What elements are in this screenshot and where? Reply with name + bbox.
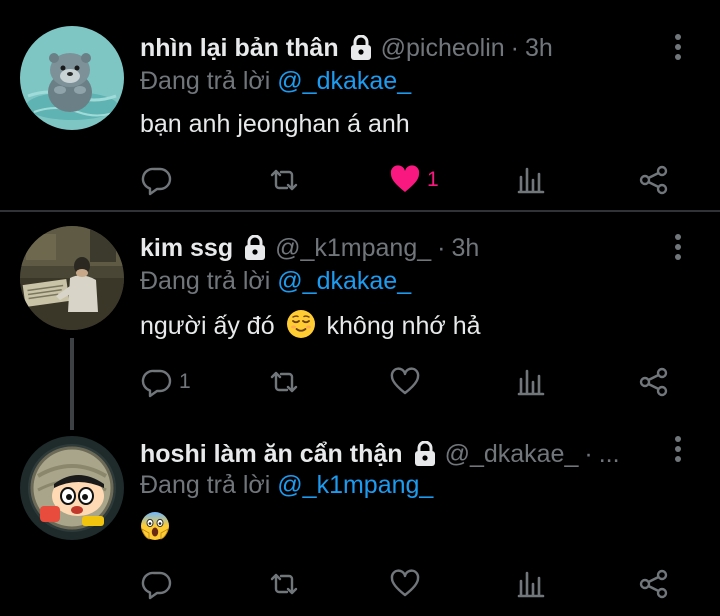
replying-to-mention[interactable]: @_k1mpang_ [277, 471, 433, 499]
separator-dot: · [437, 234, 446, 262]
share-button[interactable] [638, 160, 670, 200]
tweet-actions: 1 [0, 160, 720, 200]
reply-icon [141, 369, 172, 398]
more-options-icon[interactable] [672, 234, 684, 260]
lock-icon [414, 441, 435, 466]
like-button[interactable] [389, 564, 421, 604]
lock-icon [350, 35, 371, 60]
user-handle[interactable]: @picheolin [381, 30, 505, 66]
views-button[interactable] [515, 160, 547, 200]
tweet-actions [0, 564, 720, 604]
retweet-icon [270, 371, 298, 393]
reply-count: 1 [179, 370, 191, 393]
tweet-text: người ấy đó không nhớ hả [140, 308, 481, 344]
display-name[interactable]: nhìn lại bản thân [140, 30, 339, 66]
views-icon [517, 369, 545, 396]
person-at-desk-avatar-image [20, 226, 124, 330]
reply-button[interactable] [141, 160, 179, 200]
tweet-header: nhìn lại bản thân @picheolin · 3h [140, 30, 553, 66]
share-button[interactable] [638, 564, 670, 604]
retweet-button[interactable] [268, 362, 300, 402]
lock-icon [245, 235, 266, 260]
tweet-text-end: không nhớ hả [326, 312, 481, 340]
replying-to-mention[interactable]: @_dkakae_ [277, 67, 411, 95]
share-icon [639, 569, 668, 599]
replying-to: Đang trả lời @_dkakae_ [140, 64, 411, 98]
retweet-button[interactable] [268, 564, 300, 604]
share-icon [639, 367, 668, 397]
display-name[interactable]: hoshi làm ăn cẩn thận [140, 436, 403, 472]
replying-to: Đang trả lời @_dkakae_ [140, 264, 411, 298]
replying-to-label: Đang trả lời [140, 471, 271, 499]
avatar-picheolin[interactable] [20, 26, 124, 130]
timestamp[interactable]: ... [599, 436, 620, 472]
timestamp[interactable]: 3h [525, 30, 553, 66]
views-button[interactable] [515, 564, 547, 604]
like-icon-filled [390, 165, 420, 192]
replying-to-label: Đang trả lời [140, 67, 271, 95]
face-screaming-in-fear-emoji-icon [141, 512, 169, 540]
reply-icon [141, 167, 172, 196]
retweet-icon [270, 573, 298, 595]
relieved-face-emoji-icon [286, 310, 315, 338]
views-icon [517, 167, 545, 194]
tweet-text-start: người ấy đó [140, 312, 275, 340]
display-name[interactable]: kim ssg [140, 230, 233, 266]
more-options-icon[interactable] [672, 34, 684, 60]
tweet-text [140, 510, 174, 546]
share-icon [639, 165, 668, 195]
views-icon [517, 571, 545, 598]
like-count: 1 [427, 168, 439, 191]
replying-to: Đang trả lời @_k1mpang_ [140, 468, 433, 502]
like-icon [390, 367, 420, 395]
like-icon [390, 569, 420, 597]
views-button[interactable] [515, 362, 547, 402]
tweet-text: bạn anh jeonghan á anh [140, 110, 410, 138]
tweet-header: kim ssg @_k1mpang_ · 3h [140, 230, 479, 266]
reply-button[interactable] [141, 564, 179, 604]
share-button[interactable] [638, 362, 670, 402]
avatar-dkakae[interactable] [20, 436, 124, 540]
timestamp[interactable]: 3h [451, 230, 479, 266]
like-button[interactable] [389, 362, 421, 402]
user-handle[interactable]: @_dkakae_ [445, 436, 579, 472]
retweet-button[interactable] [268, 160, 300, 200]
more-options-icon[interactable] [672, 436, 684, 462]
tweet-header: hoshi làm ăn cẩn thận @_dkakae_ · ... [140, 436, 620, 472]
tweet-1[interactable]: nhìn lại bản thân @picheolin · 3h Đang t… [0, 0, 720, 212]
reply-button[interactable]: 1 [141, 362, 191, 402]
separator-dot: · [510, 34, 519, 62]
retweet-icon [270, 169, 298, 191]
replying-to-mention[interactable]: @_dkakae_ [277, 267, 411, 295]
tweet-actions: 1 [0, 362, 720, 402]
tweet-2[interactable]: kim ssg @_k1mpang_ · 3h Đang trả lời @_d… [0, 212, 720, 414]
otter-avatar-image [20, 26, 124, 130]
reply-icon [141, 571, 172, 600]
user-handle[interactable]: @_k1mpang_ [275, 230, 431, 266]
avatar-k1mpang[interactable] [20, 226, 124, 330]
separator-dot: · [584, 440, 593, 468]
tweet-3[interactable]: hoshi làm ăn cẩn thận @_dkakae_ · ... Đa… [0, 414, 720, 616]
replying-to-label: Đang trả lời [140, 267, 271, 295]
like-button[interactable]: 1 [389, 160, 439, 200]
cartoon-boy-avatar-image [20, 436, 124, 540]
